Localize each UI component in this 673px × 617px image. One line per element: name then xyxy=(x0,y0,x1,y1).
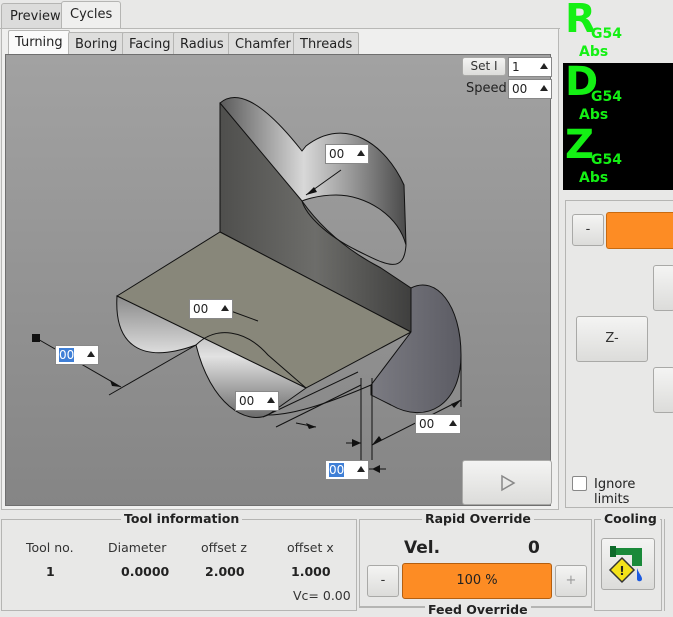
feed-override-group: Feed Override xyxy=(359,602,592,617)
tab-preview[interactable]: Preview xyxy=(1,3,70,30)
turning-part-drawing xyxy=(32,96,462,473)
rapid-override-group: Rapid Override Vel. 0 - 100 % + xyxy=(359,511,592,607)
spin-up-icon[interactable] xyxy=(357,150,365,156)
coolant-toggle-button[interactable]: ! xyxy=(601,538,655,590)
spin-up-icon[interactable] xyxy=(267,397,275,403)
jog-x-plus-button[interactable] xyxy=(653,265,673,311)
bottom-length-field[interactable]: 00 xyxy=(235,391,279,411)
tool-info-title: Tool information xyxy=(121,511,243,526)
rapid-minus-button[interactable]: - xyxy=(367,565,399,597)
rapid-plus-button[interactable]: + xyxy=(555,565,587,597)
subtab-turning[interactable]: Turning xyxy=(8,30,70,57)
cooling-title: Cooling xyxy=(601,511,660,526)
velocity-value: 0 xyxy=(528,538,540,558)
speed-spinbox[interactable]: 00 xyxy=(508,79,552,99)
spin-up-icon[interactable] xyxy=(221,305,229,311)
tab-cycles[interactable]: Cycles xyxy=(61,1,122,30)
play-icon xyxy=(501,474,516,492)
status-area: Tool information Tool no. Diameter offse… xyxy=(0,510,673,617)
set-value: 1 xyxy=(512,60,520,74)
set-spinbox[interactable]: 1 xyxy=(508,57,552,77)
right-length-value: 00 xyxy=(419,417,435,431)
left-length-value: 00 xyxy=(59,348,75,362)
run-cycle-button[interactable] xyxy=(462,460,552,505)
bottom-length-value: 00 xyxy=(239,394,255,408)
tool-no-header: Tool no. xyxy=(26,540,74,555)
offset-z-value: 2.000 xyxy=(205,564,245,579)
offset-z-header: offset z xyxy=(201,540,247,555)
jog-x-minus-button[interactable] xyxy=(653,367,673,413)
jog-minus-button[interactable]: - xyxy=(572,214,604,246)
edge-divider xyxy=(664,519,673,611)
cutting-speed: Vc= 0.00 xyxy=(293,588,351,603)
depth-value: 00 xyxy=(329,463,345,477)
spin-up-icon[interactable] xyxy=(540,85,548,91)
tool-no-value: 1 xyxy=(46,564,55,579)
jog-speed-bar[interactable] xyxy=(606,212,673,249)
face-width-field[interactable]: 00 xyxy=(189,299,233,319)
dro-mode: Abs xyxy=(579,107,609,123)
cooling-group: Cooling ! xyxy=(594,511,662,611)
rapid-override-title: Rapid Override xyxy=(422,511,534,526)
dro-r: R G54 Abs xyxy=(563,0,673,64)
diameter-header: Diameter xyxy=(108,540,167,555)
spin-up-icon[interactable] xyxy=(540,63,548,69)
ignore-limits-checkbox[interactable] xyxy=(572,476,587,491)
dro-coord: G54 xyxy=(591,152,622,168)
right-length-field[interactable]: 00 xyxy=(415,414,461,434)
offset-x-header: offset x xyxy=(287,540,334,555)
coolant-tap-icon: ! xyxy=(608,546,642,584)
set-button[interactable]: Set I xyxy=(462,57,506,76)
diameter-value: 0.0000 xyxy=(121,564,170,579)
radius-value: 00 xyxy=(329,147,345,161)
spin-up-icon[interactable] xyxy=(357,466,365,472)
speed-label: Speed xyxy=(466,81,507,96)
dro-mode: Abs xyxy=(579,44,609,60)
spin-up-icon[interactable] xyxy=(449,420,457,426)
tool-info-group: Tool information Tool no. Diameter offse… xyxy=(1,511,357,611)
depth-field[interactable]: 00 xyxy=(325,460,369,480)
speed-value: 00 xyxy=(512,82,528,96)
dro-d: D G54 Abs xyxy=(563,59,673,127)
rapid-override-bar[interactable]: 100 % xyxy=(402,563,552,599)
dro-coord: G54 xyxy=(591,89,622,105)
cycle-diagram xyxy=(5,54,551,506)
dro-coord: G54 xyxy=(591,26,622,42)
feed-override-title: Feed Override xyxy=(425,602,531,617)
dro-z: Z G54 Abs xyxy=(563,122,673,190)
offset-x-value: 1.000 xyxy=(291,564,331,579)
jog-z-minus-button[interactable]: Z- xyxy=(576,316,648,362)
dro-mode: Abs xyxy=(579,170,609,186)
main-tab-bar: Preview Cycles xyxy=(0,0,560,30)
velocity-label: Vel. xyxy=(404,538,441,558)
svg-text:!: ! xyxy=(619,564,624,578)
radius-field[interactable]: 00 xyxy=(325,144,369,164)
dro-axis-label: Z xyxy=(565,122,595,168)
left-length-field[interactable]: 00 xyxy=(55,345,99,365)
spin-up-icon[interactable] xyxy=(87,351,95,357)
ignore-limits-label: Ignore limits xyxy=(594,477,636,507)
face-width-value: 00 xyxy=(193,302,209,316)
